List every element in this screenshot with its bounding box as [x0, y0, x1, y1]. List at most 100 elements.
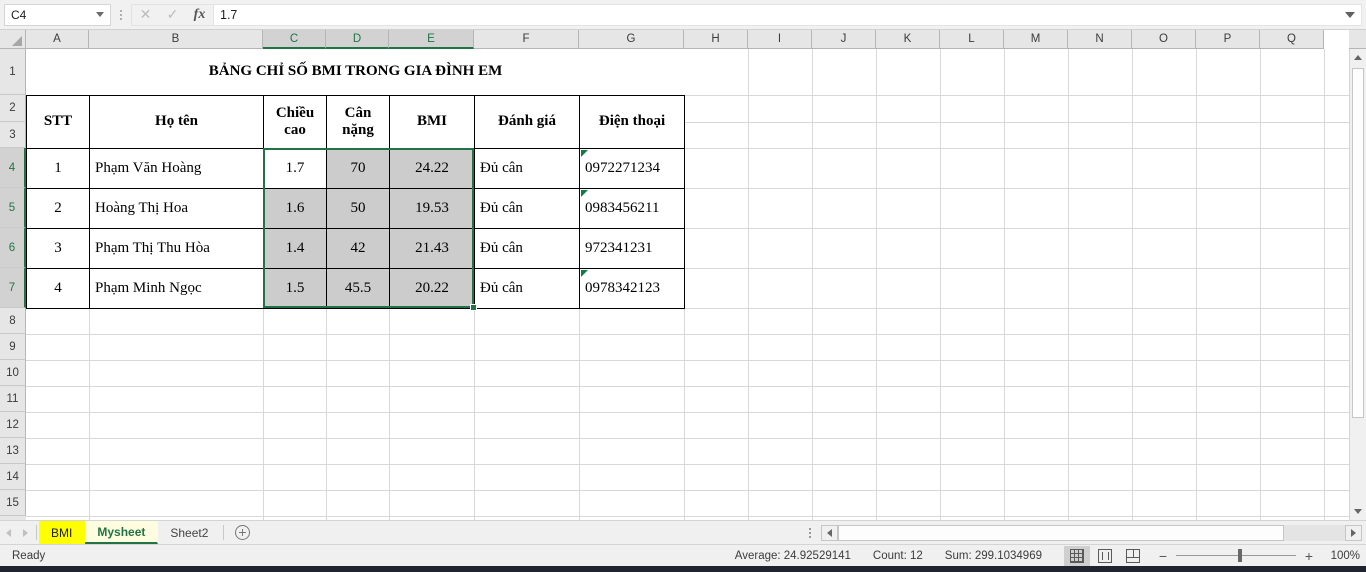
horizontal-scroll-thumb[interactable] [838, 524, 1285, 541]
sheet-canvas[interactable]: BẢNG CHỈ SỐ BMI TRONG GIA ĐÌNH EM STT Họ… [26, 49, 1349, 520]
page-layout-button[interactable] [1092, 546, 1118, 566]
status-count[interactable]: Count: 12 [873, 550, 923, 562]
row-header-1[interactable]: 1 [0, 49, 26, 95]
cell-phone[interactable]: 0983456211 [579, 187, 685, 229]
chevron-down-icon[interactable] [1345, 11, 1355, 18]
page-break-button[interactable] [1120, 546, 1146, 566]
cell-rating[interactable]: Đủ cân [474, 187, 580, 229]
cell-phone[interactable]: 972341231 [579, 227, 685, 269]
row-header-4[interactable]: 4 [0, 148, 26, 188]
horizontal-scrollbar[interactable] [821, 524, 1363, 541]
cell-stt[interactable]: 1 [26, 147, 90, 189]
add-sheet-button[interactable] [226, 521, 258, 544]
scroll-down-button[interactable] [1350, 503, 1366, 520]
cell-weight[interactable]: 45.5 [326, 267, 390, 309]
row-header-5[interactable]: 5 [0, 188, 26, 228]
arrow-right-icon[interactable] [23, 528, 28, 537]
row-header-8[interactable]: 8 [0, 308, 26, 334]
cell-stt[interactable]: 3 [26, 227, 90, 269]
table-row[interactable]: 2 Hoàng Thị Hoa 1.6 50 19.53 Đủ cân 0983… [26, 187, 685, 229]
scroll-right-button[interactable] [1345, 524, 1363, 541]
cell-weight[interactable]: 42 [326, 227, 390, 269]
horizontal-scroll-track[interactable] [838, 524, 1346, 541]
column-header-q[interactable]: Q [1260, 30, 1324, 49]
row-header-15[interactable]: 15 [0, 490, 26, 516]
column-header-c[interactable]: C [263, 30, 326, 49]
cell-name[interactable]: Hoàng Thị Hoa [89, 187, 264, 229]
column-header-p[interactable]: P [1196, 30, 1260, 49]
row-header-12[interactable]: 12 [0, 412, 26, 438]
normal-view-button[interactable] [1064, 545, 1090, 566]
sheet-tab-mysheet[interactable]: Mysheet [85, 521, 159, 544]
row-header-11[interactable]: 11 [0, 386, 26, 412]
scroll-grip[interactable] [809, 527, 812, 538]
column-header-o[interactable]: O [1132, 30, 1196, 49]
column-header-n[interactable]: N [1068, 30, 1132, 49]
column-header-f[interactable]: F [474, 30, 579, 49]
cell-bmi[interactable]: 20.22 [389, 267, 475, 309]
chevron-down-icon[interactable] [96, 12, 104, 17]
row-header-13[interactable]: 13 [0, 438, 26, 464]
cell-rating[interactable]: Đủ cân [474, 267, 580, 309]
status-sum[interactable]: Sum: 299.1034969 [945, 550, 1042, 562]
cell-name[interactable]: Phạm Văn Hoàng [89, 147, 264, 189]
formula-input[interactable]: 1.7 [213, 3, 1362, 26]
select-all-corner[interactable] [0, 30, 26, 49]
column-header-e[interactable]: E [389, 30, 474, 49]
cell-stt[interactable]: 2 [26, 187, 90, 229]
column-header-d[interactable]: D [326, 30, 389, 49]
cell-height[interactable]: 1.5 [263, 267, 327, 309]
status-average[interactable]: Average: 24.92529141 [735, 550, 851, 562]
row-header-7[interactable]: 7 [0, 268, 26, 308]
vertical-scrollbar[interactable] [1349, 49, 1366, 520]
scroll-up-button[interactable] [1350, 49, 1366, 66]
column-header-h[interactable]: H [684, 30, 748, 49]
cell-phone[interactable]: 0978342123 [579, 267, 685, 309]
cell-height[interactable]: 1.4 [263, 227, 327, 269]
column-header-a[interactable]: A [26, 30, 89, 49]
vertical-scroll-track[interactable] [1350, 66, 1366, 503]
cell-rating[interactable]: Đủ cân [474, 147, 580, 189]
arrow-left-icon[interactable] [6, 528, 11, 537]
cell-height[interactable]: 1.7 [263, 147, 327, 189]
column-header-b[interactable]: B [89, 30, 263, 49]
cell-bmi[interactable]: 21.43 [389, 227, 475, 269]
row-header-10[interactable]: 10 [0, 360, 26, 386]
column-header-i[interactable]: I [748, 30, 812, 49]
table-row[interactable]: 3 Phạm Thị Thu Hòa 1.4 42 21.43 Đủ cân 9… [26, 227, 685, 269]
table-row[interactable]: 4 Phạm Minh Ngọc 1.5 45.5 20.22 Đủ cân 0… [26, 267, 685, 309]
zoom-level[interactable]: 100% [1322, 550, 1360, 562]
cell-stt[interactable]: 4 [26, 267, 90, 309]
table-row[interactable]: 1 Phạm Văn Hoàng 1.7 70 24.22 Đủ cân 097… [26, 147, 685, 189]
cell-weight[interactable]: 70 [326, 147, 390, 189]
row-header-2[interactable]: 2 [0, 95, 26, 122]
check-icon[interactable]: ✓ [159, 5, 186, 25]
scroll-left-button[interactable] [821, 524, 839, 541]
column-header-k[interactable]: K [876, 30, 940, 49]
zoom-out-button[interactable]: − [1158, 548, 1168, 564]
fill-handle[interactable] [470, 304, 477, 311]
fx-icon[interactable]: fx [186, 5, 213, 25]
cell-height[interactable]: 1.6 [263, 187, 327, 229]
row-header-14[interactable]: 14 [0, 464, 26, 490]
zoom-slider[interactable] [1176, 549, 1296, 562]
cell-bmi[interactable]: 19.53 [389, 187, 475, 229]
column-header-j[interactable]: J [812, 30, 876, 49]
cell-name[interactable]: Phạm Thị Thu Hòa [89, 227, 264, 269]
cell-rating[interactable]: Đủ cân [474, 227, 580, 269]
column-header-m[interactable]: M [1004, 30, 1068, 49]
row-header-6[interactable]: 6 [0, 228, 26, 268]
sheet-tab-sheet2[interactable]: Sheet2 [158, 521, 222, 544]
zoom-in-button[interactable]: + [1304, 548, 1314, 564]
close-icon[interactable]: ✕ [132, 5, 159, 25]
zoom-slider-thumb[interactable] [1238, 549, 1243, 562]
column-header-l[interactable]: L [940, 30, 1004, 49]
sheet-tab-bmi[interactable]: BMI [39, 521, 86, 544]
vertical-scroll-thumb[interactable] [1352, 68, 1364, 418]
row-header-9[interactable]: 9 [0, 334, 26, 360]
cell-phone[interactable]: 0972271234 [579, 147, 685, 189]
cell-weight[interactable]: 50 [326, 187, 390, 229]
column-header-g[interactable]: G [579, 30, 684, 49]
cell-bmi[interactable]: 24.22 [389, 147, 475, 189]
name-box[interactable]: C4 [4, 3, 111, 26]
